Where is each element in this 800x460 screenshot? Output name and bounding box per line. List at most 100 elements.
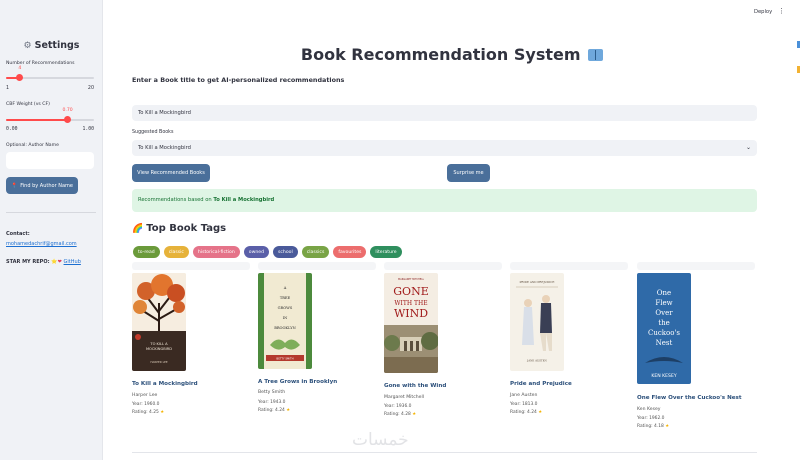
sidebar-title-text: Settings bbox=[34, 40, 80, 51]
slider-thumb[interactable] bbox=[16, 74, 24, 81]
tag-chip[interactable]: school bbox=[273, 246, 298, 258]
svg-text:GROWS: GROWS bbox=[278, 306, 293, 310]
card-top-bar bbox=[258, 262, 376, 270]
bottom-divider bbox=[132, 452, 757, 453]
book-year: Year: 1813.0 bbox=[510, 402, 538, 407]
tag-chip[interactable]: literature bbox=[370, 246, 402, 258]
suggested-books-select[interactable]: To Kill a Mockingbird ⌄ bbox=[132, 140, 757, 156]
svg-text:WITH THE: WITH THE bbox=[394, 300, 427, 307]
star-icon: ★ bbox=[538, 410, 543, 415]
num-recs-range: 1 20 bbox=[6, 86, 94, 91]
book-year: Year: 1962.0 bbox=[637, 416, 665, 421]
num-recs-slider[interactable]: 4 bbox=[6, 66, 94, 83]
book-cover-wind[interactable]: MARGARET MITCHELL GONE WITH THE WIND bbox=[384, 273, 438, 373]
view-recommended-button[interactable]: View Recommended Books bbox=[132, 164, 210, 182]
svg-text:the: the bbox=[658, 319, 669, 327]
svg-text:Over: Over bbox=[655, 309, 673, 317]
tag-chip[interactable]: classic bbox=[163, 246, 189, 258]
card-top-bar bbox=[384, 262, 502, 270]
cover-art: PRIDE AND PREJUDICE JANE AUSTEN bbox=[510, 273, 564, 371]
book-title[interactable]: Gone with the Wind bbox=[384, 383, 446, 389]
star-icon: ★ bbox=[160, 410, 165, 415]
book-rating: Rating: 4.18 ★ bbox=[637, 424, 669, 429]
tags-heading: 🌈 Top Book Tags bbox=[132, 223, 226, 234]
repo-text: STAR MY REPO: bbox=[6, 259, 50, 265]
book-author: Jane Austen bbox=[510, 393, 538, 398]
svg-text:KEN KESEY: KEN KESEY bbox=[651, 373, 677, 379]
svg-text:JANE AUSTEN: JANE AUSTEN bbox=[526, 359, 547, 363]
slider-value: 4 bbox=[18, 66, 22, 71]
author-input[interactable] bbox=[6, 152, 94, 169]
rating-text: Rating: 4.24 bbox=[510, 410, 537, 415]
heart-icon: ❤ bbox=[57, 259, 62, 265]
svg-text:TO KILL A: TO KILL A bbox=[149, 342, 168, 346]
author-label: Optional: Author Name bbox=[6, 143, 59, 148]
tag-chip[interactable]: historical-fiction bbox=[192, 246, 240, 258]
cover-art: A TREE GROWS IN BROOKLYN BETTY SMITH bbox=[258, 273, 312, 369]
find-by-author-button[interactable]: 📍 Find by Author Name bbox=[6, 177, 78, 194]
cover-art: TO KILL A MOCKINGBIRD HARPER LEE bbox=[132, 273, 186, 371]
app-root: ⚙ Settings Number of Recommendations 4 1 … bbox=[0, 0, 800, 460]
tag-chip[interactable]: owned bbox=[243, 246, 270, 258]
book-title[interactable]: A Tree Grows in Brooklyn bbox=[258, 379, 337, 385]
cover-art: MARGARET MITCHELL GONE WITH THE WIND bbox=[384, 273, 438, 373]
rainbow-icon: 🌈 bbox=[132, 224, 144, 234]
book-cover-brooklyn[interactable]: A TREE GROWS IN BROOKLYN BETTY SMITH bbox=[258, 273, 312, 369]
sidebar-divider bbox=[6, 212, 96, 213]
contact-label: Contact: bbox=[6, 231, 30, 237]
tags-heading-text: Top Book Tags bbox=[146, 223, 227, 234]
book-author: Harper Lee bbox=[132, 393, 158, 398]
svg-text:A: A bbox=[283, 286, 287, 290]
num-recs-min: 1 bbox=[6, 86, 10, 91]
tag-list: to-read classic historical-fiction owned sch… bbox=[133, 246, 402, 259]
book-author: Betty Smith bbox=[258, 390, 286, 395]
rating-text: Rating: 4.25 bbox=[132, 410, 159, 415]
star-icon: ★ bbox=[286, 408, 291, 413]
card-top-bar bbox=[637, 262, 755, 270]
surprise-me-button[interactable]: Surprise me bbox=[447, 164, 490, 182]
suggested-books-value: To Kill a Mockingbird bbox=[138, 145, 191, 151]
slider-thumb[interactable] bbox=[64, 116, 72, 123]
book-title[interactable]: One Flew Over the Cuckoo's Nest bbox=[637, 395, 742, 401]
tag-chip[interactable]: favourites bbox=[333, 246, 367, 258]
sidebar: ⚙ Settings Number of Recommendations 4 1 … bbox=[0, 0, 103, 460]
book-rating: Rating: 4.24 ★ bbox=[258, 408, 290, 413]
kebab-menu-icon[interactable]: ⋮ bbox=[778, 7, 785, 15]
cbf-range: 0.00 1.00 bbox=[6, 127, 94, 132]
cbf-weight-slider[interactable]: 0.70 bbox=[6, 108, 94, 125]
contact-email-link[interactable]: mohamedachrif@gmail.com bbox=[6, 241, 77, 247]
book-cover-pride[interactable]: PRIDE AND PREJUDICE JANE AUSTEN bbox=[510, 273, 564, 371]
book-rating: Rating: 4.28 ★ bbox=[384, 412, 416, 417]
book-cover-mockingbird[interactable]: TO KILL A MOCKINGBIRD HARPER LEE bbox=[132, 273, 186, 371]
star-icon: ★ bbox=[412, 412, 417, 417]
svg-text:TREE: TREE bbox=[280, 296, 291, 300]
svg-text:HARPER LEE: HARPER LEE bbox=[150, 360, 168, 364]
num-recs-max: 20 bbox=[87, 86, 94, 91]
chevron-down-icon: ⌄ bbox=[745, 144, 751, 151]
alert-book: To Kill a Mockingbird bbox=[213, 197, 275, 203]
book-year: Year: 1960.0 bbox=[132, 402, 160, 407]
book-title-input[interactable]: To Kill a Mockingbird bbox=[132, 105, 757, 121]
tag-chip[interactable]: to-read bbox=[133, 246, 160, 258]
svg-text:Flew: Flew bbox=[655, 299, 672, 307]
suggested-books-label: Suggested Books bbox=[132, 130, 174, 135]
book-cover-cuckoo[interactable]: One Flew Over the Cuckoo's Nest KEN KESE… bbox=[637, 273, 691, 384]
page-subtitle: Enter a Book title to get AI-personalize… bbox=[132, 76, 345, 84]
svg-text:WIND: WIND bbox=[394, 307, 428, 320]
num-recs-label: Number of Recommendations bbox=[6, 61, 75, 66]
page-title-text: Book Recommendation System bbox=[300, 45, 581, 64]
book-title[interactable]: To Kill a Mockingbird bbox=[132, 381, 198, 387]
svg-text:MOCKINGBIRD: MOCKINGBIRD bbox=[146, 347, 172, 351]
svg-text:PRIDE AND PREJUDICE: PRIDE AND PREJUDICE bbox=[520, 280, 555, 284]
deploy-button[interactable]: Deploy bbox=[754, 9, 772, 15]
github-link[interactable]: GitHub bbox=[64, 259, 81, 265]
svg-text:Nest: Nest bbox=[656, 339, 673, 347]
book-title[interactable]: Pride and Prejudice bbox=[510, 381, 572, 387]
gear-icon: ⚙ bbox=[23, 41, 32, 51]
open-book-icon bbox=[588, 49, 604, 61]
slider-fill bbox=[6, 119, 68, 121]
repo-line: STAR MY REPO: ⭐❤ GitHub bbox=[6, 259, 81, 265]
tag-chip[interactable]: classics bbox=[301, 246, 330, 258]
svg-text:GONE: GONE bbox=[393, 285, 428, 298]
book-year: Year: 1943.0 bbox=[258, 400, 286, 405]
